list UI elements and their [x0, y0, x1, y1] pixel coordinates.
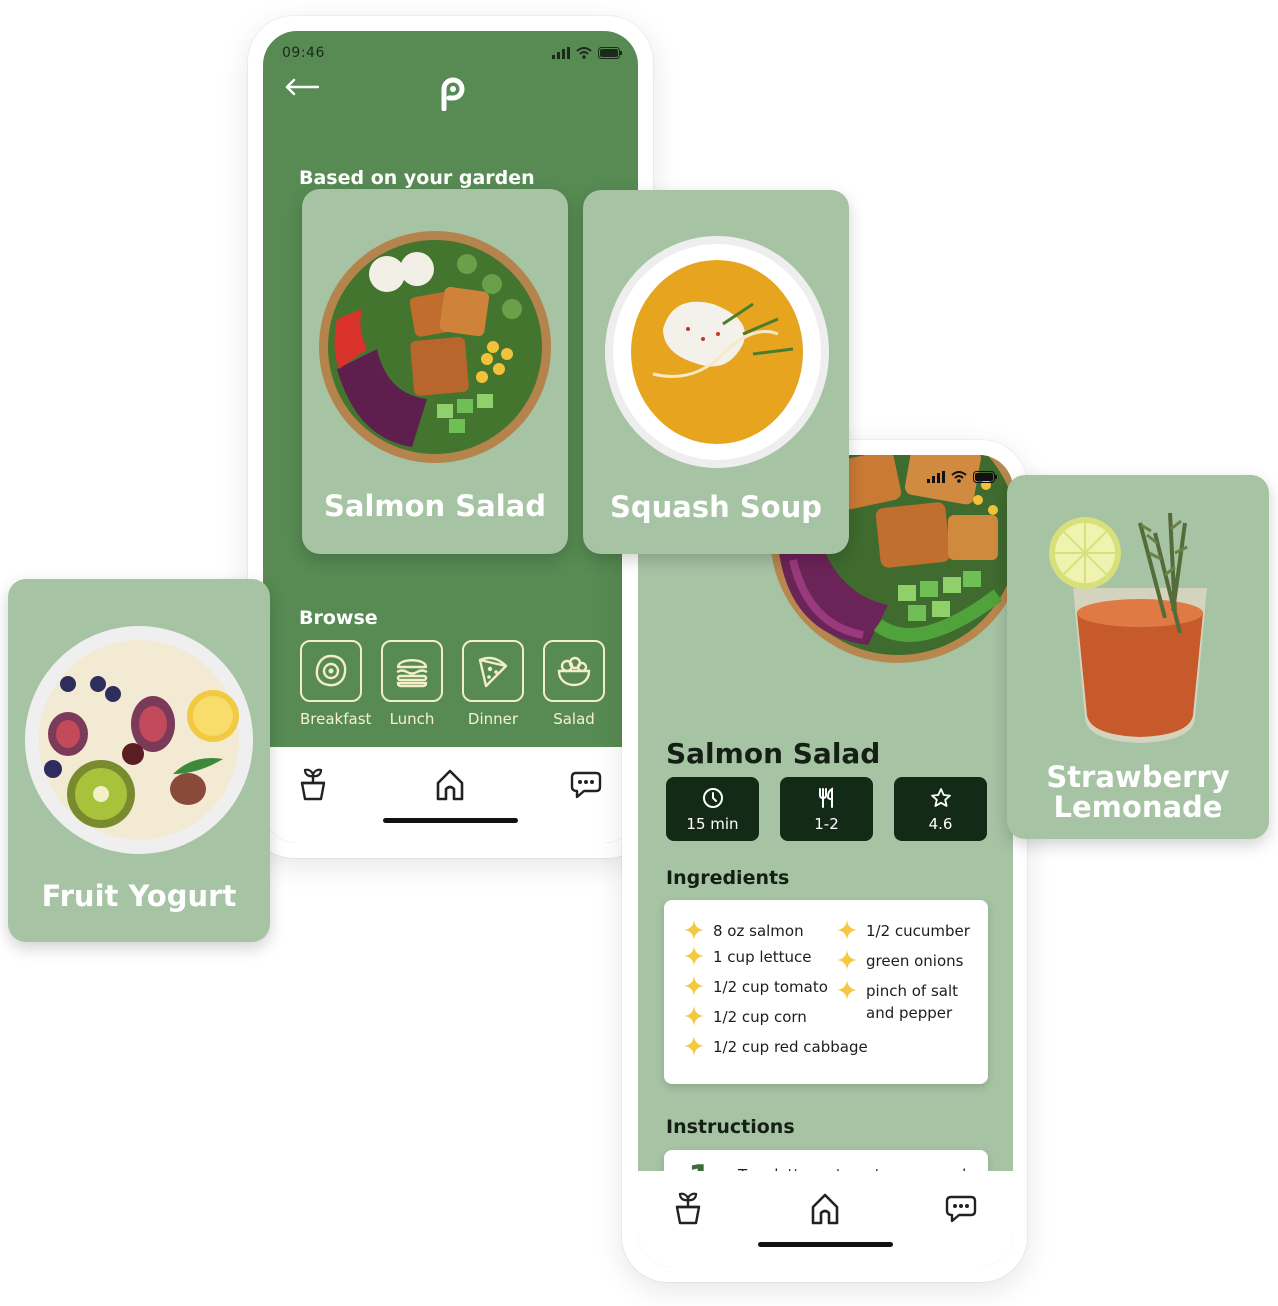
ingredient-item: 1/2 cucumber: [837, 920, 970, 942]
home-indicator: [758, 1242, 893, 1247]
stat-value: 15 min: [686, 815, 739, 833]
pizza-icon: [478, 656, 508, 688]
ingredient-item: 1/2 cup red cabbage: [684, 1036, 868, 1058]
sparkle-icon: [684, 1006, 704, 1026]
wifi-icon: [951, 471, 967, 483]
status-bar: 09:46: [263, 31, 638, 75]
battery-icon: [598, 47, 622, 59]
burger-icon: [396, 659, 428, 688]
category-box: [543, 640, 605, 702]
category-dinner[interactable]: Dinner: [462, 640, 524, 728]
phone-detail: Salmon Salad 15 min 1-2 4.6 Ingredients …: [622, 440, 1027, 1282]
salmon-salad-image: [319, 231, 551, 463]
chat-icon[interactable]: [570, 767, 602, 801]
status-icons: [927, 471, 997, 483]
chat-icon[interactable]: [945, 1191, 977, 1225]
home-icon[interactable]: [809, 1191, 841, 1225]
wifi-icon: [576, 47, 592, 59]
ingredient-text: 1/2 cucumber: [866, 922, 970, 940]
ingredient-text: 8 oz salmon: [713, 922, 804, 940]
recipe-card-fruit-yogurt[interactable]: Fruit Yogurt: [8, 579, 270, 942]
signal-icon: [927, 471, 945, 483]
back-arrow-icon[interactable]: [285, 78, 319, 96]
sparkle-icon: [837, 980, 857, 1000]
category-box: [300, 640, 362, 702]
sparkle-icon: [684, 1036, 704, 1056]
home-icon[interactable]: [434, 767, 466, 801]
ingredient-text: 1/2 cup tomato: [713, 978, 828, 996]
category-salad[interactable]: Salad: [543, 640, 605, 728]
battery-icon: [973, 471, 997, 483]
browse-title: Browse: [299, 607, 378, 629]
clock-icon: [702, 788, 723, 808]
status-time: 09:46: [282, 45, 325, 61]
detail-screen: Salmon Salad 15 min 1-2 4.6 Ingredients …: [638, 455, 1013, 1267]
ingredient-text: pinch of salt and pepper: [866, 982, 958, 1022]
ingredients-card: 8 oz salmon 1 cup lettuce 1/2 cup tomato…: [664, 900, 988, 1084]
ingredient-item: 1/2 cup tomato: [684, 976, 828, 998]
plant-icon[interactable]: [297, 767, 329, 801]
ingredient-item: 8 oz salmon: [684, 920, 804, 942]
utensils-icon: [818, 787, 833, 808]
sparkle-icon: [837, 920, 857, 940]
recipe-card-title: Squash Soup: [609, 490, 823, 524]
recipe-card-squash-soup[interactable]: Squash Soup: [583, 190, 849, 554]
p-logo-icon: [441, 77, 465, 111]
ingredient-text: 1/2 cup corn: [713, 1008, 807, 1026]
recipe-card-title: Fruit Yogurt: [41, 879, 237, 913]
recipe-card-title: Salmon Salad: [323, 489, 546, 523]
category-box: [381, 640, 443, 702]
ingredient-item: 1 cup lettuce: [684, 946, 812, 968]
star-icon: [930, 788, 951, 807]
bottom-nav: [638, 1171, 1013, 1267]
section-title-garden: Based on your garden: [299, 167, 535, 189]
ingredients-title: Ingredients: [666, 867, 790, 889]
stat-value: 1-2: [814, 815, 839, 833]
ingredient-text: 1/2 cup red cabbage: [713, 1038, 868, 1056]
recipe-title: Salmon Salad: [666, 737, 881, 770]
ingredient-text: 1 cup lettuce: [713, 948, 812, 966]
squash-soup-image: [605, 236, 829, 468]
fruit-yogurt-image: [25, 626, 253, 854]
category-box: [462, 640, 524, 702]
ingredient-item: green onions: [837, 950, 963, 972]
stat-rating[interactable]: 4.6: [894, 777, 987, 841]
stat-time[interactable]: 15 min: [666, 777, 759, 841]
ingredient-item: 1/2 cup corn: [684, 1006, 807, 1028]
strawberry-lemonade-image: [1049, 512, 1207, 743]
instructions-title: Instructions: [666, 1116, 795, 1138]
category-breakfast[interactable]: Breakfast: [300, 640, 372, 728]
salad-bowl-icon: [557, 656, 591, 687]
category-label: Salad: [553, 710, 595, 728]
category-lunch[interactable]: Lunch: [381, 640, 443, 728]
stat-value: 4.6: [928, 815, 953, 833]
sparkle-icon: [837, 950, 857, 970]
sparkle-icon: [684, 920, 704, 940]
category-label: Dinner: [467, 710, 519, 728]
category-label: Breakfast: [300, 710, 372, 728]
recipe-card-salmon-salad[interactable]: Salmon Salad: [302, 189, 568, 554]
home-indicator: [383, 818, 518, 823]
bottom-nav: [263, 747, 638, 843]
ingredient-text: green onions: [866, 952, 964, 970]
signal-icon: [552, 47, 570, 59]
recipe-card-strawberry-lemonade[interactable]: Strawberry Lemonade: [1007, 475, 1269, 839]
stat-servings[interactable]: 1-2: [780, 777, 873, 841]
recipe-card-title: Strawberry Lemonade: [1046, 760, 1230, 824]
status-icons: [552, 47, 622, 59]
egg-icon: [315, 654, 347, 687]
category-label: Lunch: [389, 710, 435, 728]
sparkle-icon: [684, 946, 704, 966]
sparkle-icon: [684, 976, 704, 996]
ingredient-item: pinch of salt and pepper: [837, 980, 958, 1024]
plant-icon[interactable]: [672, 1191, 704, 1225]
